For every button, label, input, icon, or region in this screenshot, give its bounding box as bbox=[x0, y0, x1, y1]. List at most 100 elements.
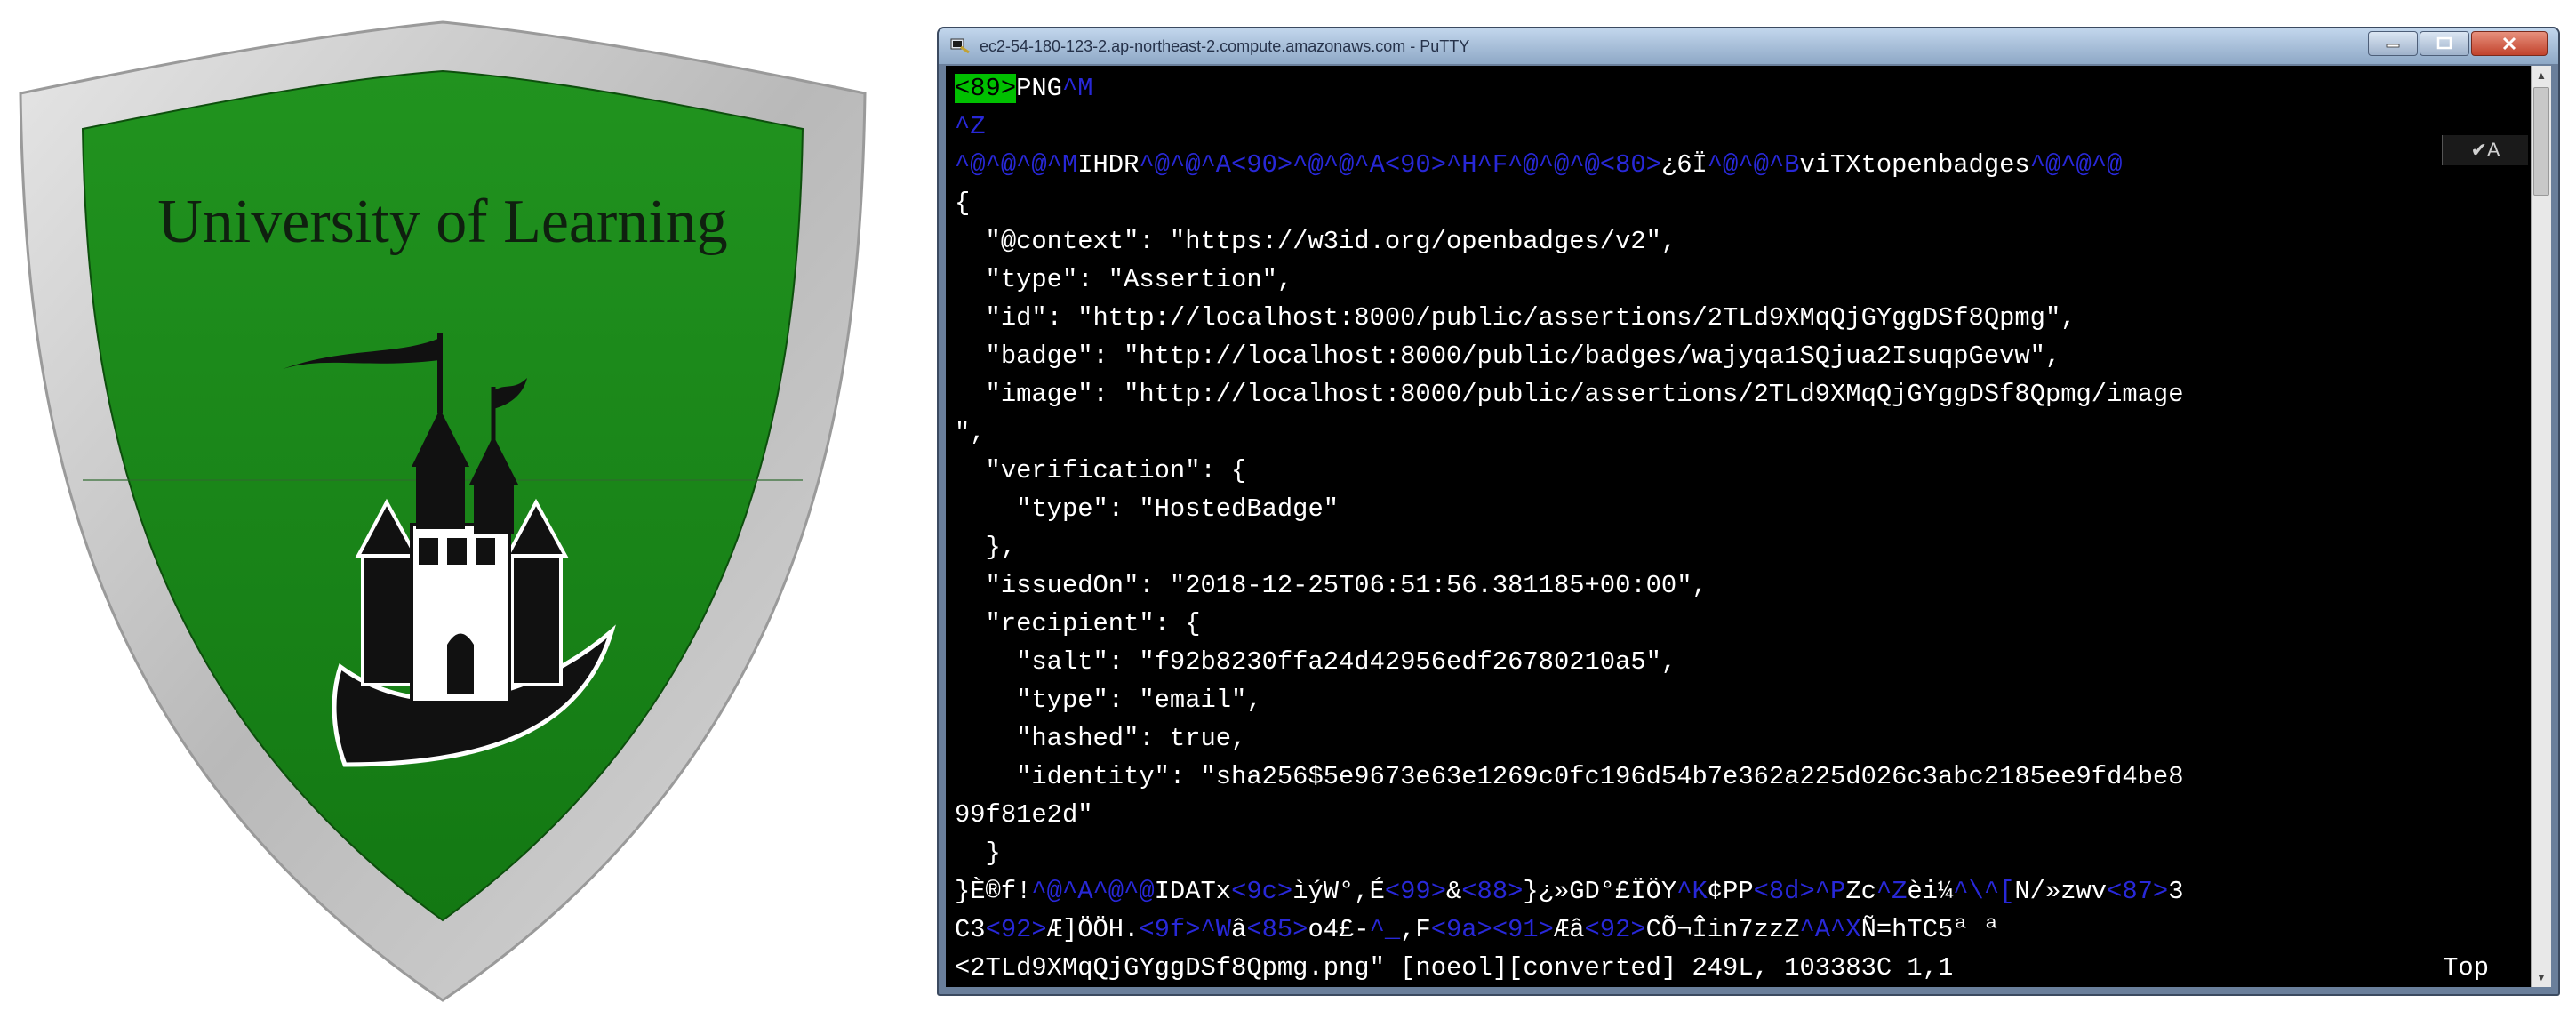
terminal-text: <88> bbox=[1461, 877, 1524, 906]
terminal-line: "id": "http://localhost:8000/public/asse… bbox=[955, 299, 2076, 337]
terminal-text: <85> bbox=[1246, 915, 1308, 944]
scroll-up-icon[interactable]: ▲ bbox=[2532, 66, 2551, 85]
terminal-text: ^A^X bbox=[1799, 915, 1861, 944]
terminal-text: PNG bbox=[1016, 74, 1062, 103]
terminal-text: ^@^A^@^@ bbox=[1031, 877, 1155, 906]
minimize-icon bbox=[2386, 44, 2400, 48]
terminal-text: ^_ bbox=[1369, 915, 1401, 944]
terminal-line: "type": "email", bbox=[955, 681, 1262, 719]
terminal-line: "badge": "http://localhost:8000/public/b… bbox=[955, 337, 2061, 375]
terminal-text: Ñ=hTC5ª ª bbox=[1860, 915, 2000, 944]
window-controls bbox=[2368, 31, 2548, 56]
terminal-text: C3 bbox=[955, 915, 986, 944]
maximize-icon bbox=[2436, 36, 2452, 50]
title-bar[interactable]: ec2-54-180-123-2.ap-northeast-2.compute.… bbox=[939, 28, 2558, 64]
terminal-line: }È®f!^@^A^@^@IDATx<9c>ìýW°,É<99>&<88>}¿»… bbox=[955, 872, 2184, 911]
terminal-text: ^M bbox=[1061, 74, 1093, 103]
terminal-text: <92> bbox=[985, 915, 1047, 944]
maximize-button[interactable] bbox=[2420, 31, 2469, 56]
badge-title: University of Learning bbox=[157, 188, 727, 256]
terminal-line: <89>PNG^M bbox=[955, 69, 1093, 108]
terminal-line: "hashed": true, bbox=[955, 719, 1246, 758]
terminal-line: { bbox=[955, 184, 970, 222]
terminal-text: "image": "http://localhost:8000/public/a… bbox=[955, 380, 2184, 409]
terminal-text: { bbox=[955, 189, 971, 218]
text-cursor: <89> bbox=[955, 74, 1017, 103]
terminal-text: ,F bbox=[1400, 915, 1431, 944]
terminal-text: ^Z bbox=[1876, 877, 1908, 906]
terminal-text: ^K bbox=[1676, 877, 1708, 906]
terminal-line: }, bbox=[955, 528, 1017, 566]
putty-window: ec2-54-180-123-2.ap-northeast-2.compute.… bbox=[937, 27, 2560, 996]
scroll-thumb[interactable] bbox=[2533, 87, 2549, 196]
terminal-text: "type": "HostedBadge" bbox=[955, 494, 1340, 524]
terminal-text: "salt": "f92b8230ffa24d42956edf26780210a… bbox=[955, 647, 1677, 677]
terminal-text: "badge": "http://localhost:8000/public/b… bbox=[955, 341, 2061, 371]
checkmark-overlay: ✔A bbox=[2442, 135, 2528, 165]
terminal-text: "verification": { bbox=[955, 456, 1247, 485]
terminal-text: ", bbox=[955, 418, 986, 447]
terminal-text: ¢PP bbox=[1707, 877, 1754, 906]
terminal-line: "type": "HostedBadge" bbox=[955, 490, 1339, 528]
terminal-text: <8d>^P bbox=[1753, 877, 1846, 906]
terminal-line: ^Z bbox=[955, 108, 986, 146]
terminal-line: "recipient": { bbox=[955, 605, 1201, 643]
terminal-line: "issuedOn": "2018-12-25T06:51:56.381185+… bbox=[955, 566, 1708, 605]
terminal-text: & bbox=[1446, 877, 1462, 906]
vim-status-line: <2TLd9XMqQjGYggDSf8Qpmg.png" [noeol][con… bbox=[955, 953, 1954, 983]
terminal-text: "identity": "sha256$5e9673e63e1269c0fc19… bbox=[955, 762, 2184, 791]
terminal-text: <9a><91> bbox=[1430, 915, 1554, 944]
terminal-text: "@context": "https://w3id.org/openbadges… bbox=[955, 227, 1677, 256]
badge-image: University of Learning bbox=[7, 18, 878, 1005]
terminal-text: } bbox=[955, 838, 1001, 868]
terminal-text: Æâ bbox=[1553, 915, 1585, 944]
terminal-text: "issuedOn": "2018-12-25T06:51:56.381185+… bbox=[955, 571, 1708, 600]
terminal-line: 99f81e2d" bbox=[955, 796, 1093, 834]
terminal-line: "verification": { bbox=[955, 452, 1247, 490]
terminal-text: ¿6Ï bbox=[1660, 150, 1708, 180]
terminal-text: <9c> bbox=[1231, 877, 1293, 906]
terminal-line: "salt": "f92b8230ffa24d42956edf26780210a… bbox=[955, 643, 1676, 681]
terminal-text: IDATx bbox=[1154, 877, 1232, 906]
terminal-text: ^Z bbox=[955, 112, 986, 141]
terminal-text: <99> bbox=[1384, 877, 1446, 906]
terminal-line: "type": "Assertion", bbox=[955, 261, 1293, 299]
vim-position-indicator: Top bbox=[2443, 953, 2489, 983]
vertical-scrollbar[interactable]: ▲ ▼ bbox=[2531, 66, 2551, 987]
terminal-text: }È®f! bbox=[955, 877, 1032, 906]
terminal-text: ìýW°,É bbox=[1292, 877, 1385, 906]
terminal-text: IHDR bbox=[1077, 150, 1140, 180]
terminal-text: ^@^@^@^M bbox=[955, 150, 1078, 180]
terminal-text: N/»zwv bbox=[2014, 877, 2108, 906]
terminal-line: C3<92>Æ]ÖÖH.<9f>^Wâ<85>o4£-^_,F<9a><91>Æ… bbox=[955, 911, 1999, 949]
terminal-text: ^@^@^B bbox=[1707, 150, 1800, 180]
close-icon bbox=[2502, 36, 2516, 51]
terminal-line: "image": "http://localhost:8000/public/a… bbox=[955, 375, 2184, 413]
terminal-text: o4£- bbox=[1308, 915, 1370, 944]
terminal-text: }, bbox=[955, 533, 1017, 562]
terminal-screen[interactable]: <89>PNG^M ^Z ^@^@^@^MIHDR^@^@^A<90>^@^@^A<… bbox=[946, 66, 2532, 987]
terminal-text: <87> bbox=[2107, 877, 2169, 906]
terminal-text: <92> bbox=[1584, 915, 1646, 944]
minimize-button[interactable] bbox=[2368, 31, 2418, 56]
putty-icon[interactable] bbox=[949, 36, 972, 56]
terminal-text: Æ]ÖÖH. bbox=[1046, 915, 1140, 944]
terminal-text: "hashed": true, bbox=[955, 724, 1247, 753]
close-button[interactable] bbox=[2471, 31, 2548, 56]
terminal-text: ^\^[ bbox=[1953, 877, 2015, 906]
scroll-down-icon[interactable]: ▼ bbox=[2532, 967, 2551, 987]
terminal-text: 99f81e2d" bbox=[955, 800, 1093, 830]
terminal-line: ", bbox=[955, 413, 986, 452]
terminal-text: viTXtopenbadges bbox=[1799, 150, 2030, 180]
window-title: ec2-54-180-123-2.ap-northeast-2.compute.… bbox=[980, 36, 1470, 55]
terminal-text: èi¼ bbox=[1907, 877, 1954, 906]
terminal-line: ^@^@^@^MIHDR^@^@^A<90>^@^@^A<90>^H^F^@^@… bbox=[955, 146, 2122, 184]
terminal-text: "type": "Assertion", bbox=[955, 265, 1293, 294]
terminal-line: } bbox=[955, 834, 1001, 872]
terminal-line: "@context": "https://w3id.org/openbadges… bbox=[955, 222, 1677, 261]
terminal-text: <9f>^W bbox=[1139, 915, 1232, 944]
terminal-text: }¿»GD°£ÏÖY bbox=[1523, 877, 1677, 906]
terminal-text: CÕ¬Îin7zzZ bbox=[1645, 915, 1800, 944]
terminal-text: ^@^@^A<90>^@^@^A<90>^H^F^@^@^@<80> bbox=[1139, 150, 1661, 180]
terminal-text: ^@^@^@ bbox=[2029, 150, 2123, 180]
